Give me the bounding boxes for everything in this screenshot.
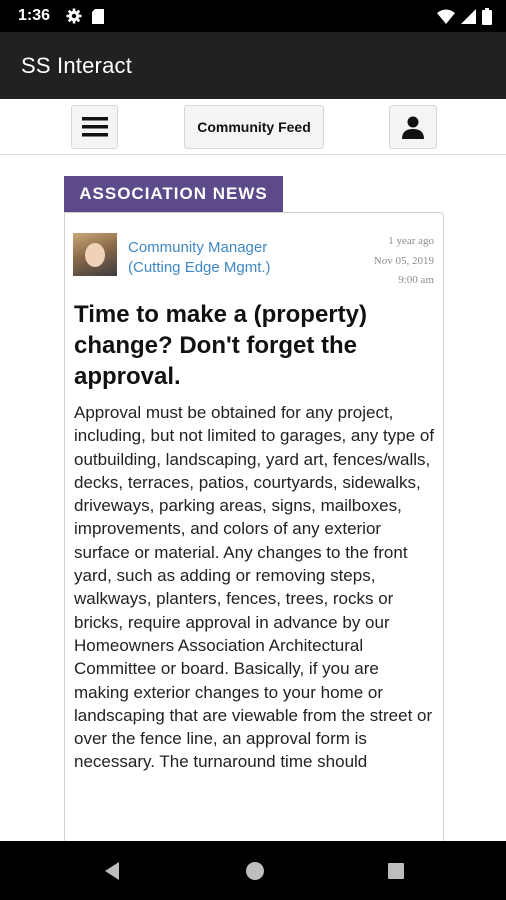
- app-title: SS Interact: [21, 52, 133, 78]
- post-body: Approval must be obtained for any projec…: [74, 403, 435, 772]
- menu-button[interactable]: [71, 105, 118, 149]
- author-avatar[interactable]: [73, 233, 117, 276]
- association-news-tab: ASSOCIATION NEWS: [64, 176, 283, 212]
- author-company[interactable]: (Cutting Edge Mgmt.): [128, 258, 298, 278]
- gear-icon: [66, 8, 82, 24]
- battery-icon: [482, 7, 492, 25]
- home-icon[interactable]: [244, 860, 266, 882]
- toolbar: Community Feed: [0, 99, 506, 155]
- sd-card-icon: [92, 8, 105, 24]
- community-feed-button[interactable]: Community Feed: [184, 105, 324, 149]
- author-name[interactable]: Community Manager: [128, 238, 298, 258]
- profile-button[interactable]: [389, 105, 437, 149]
- post-time: 9:00 am: [398, 274, 434, 286]
- back-icon[interactable]: [101, 860, 123, 882]
- recents-icon[interactable]: [385, 860, 407, 882]
- post-meta: 1 year ago Nov 05, 2019 9:00 am: [324, 232, 434, 291]
- post-date: Nov 05, 2019: [373, 254, 434, 267]
- status-bar: 1:36: [0, 0, 506, 32]
- system-nav-bar: [0, 841, 506, 900]
- post-title: Time to make a (property) change? Don't …: [74, 301, 367, 390]
- app-bar: SS Interact: [0, 32, 506, 99]
- post-relative-time: 1 year ago: [388, 235, 434, 247]
- news-post-card: Community Manager (Cutting Edge Mgmt.) 1…: [64, 212, 444, 852]
- post-author[interactable]: Community Manager (Cutting Edge Mgmt.): [128, 238, 298, 278]
- wifi-icon: [437, 9, 455, 24]
- signal-icon: [461, 8, 476, 24]
- status-time: 1:36: [18, 7, 51, 24]
- hamburger-menu-icon: [81, 117, 108, 137]
- person-icon: [402, 116, 424, 139]
